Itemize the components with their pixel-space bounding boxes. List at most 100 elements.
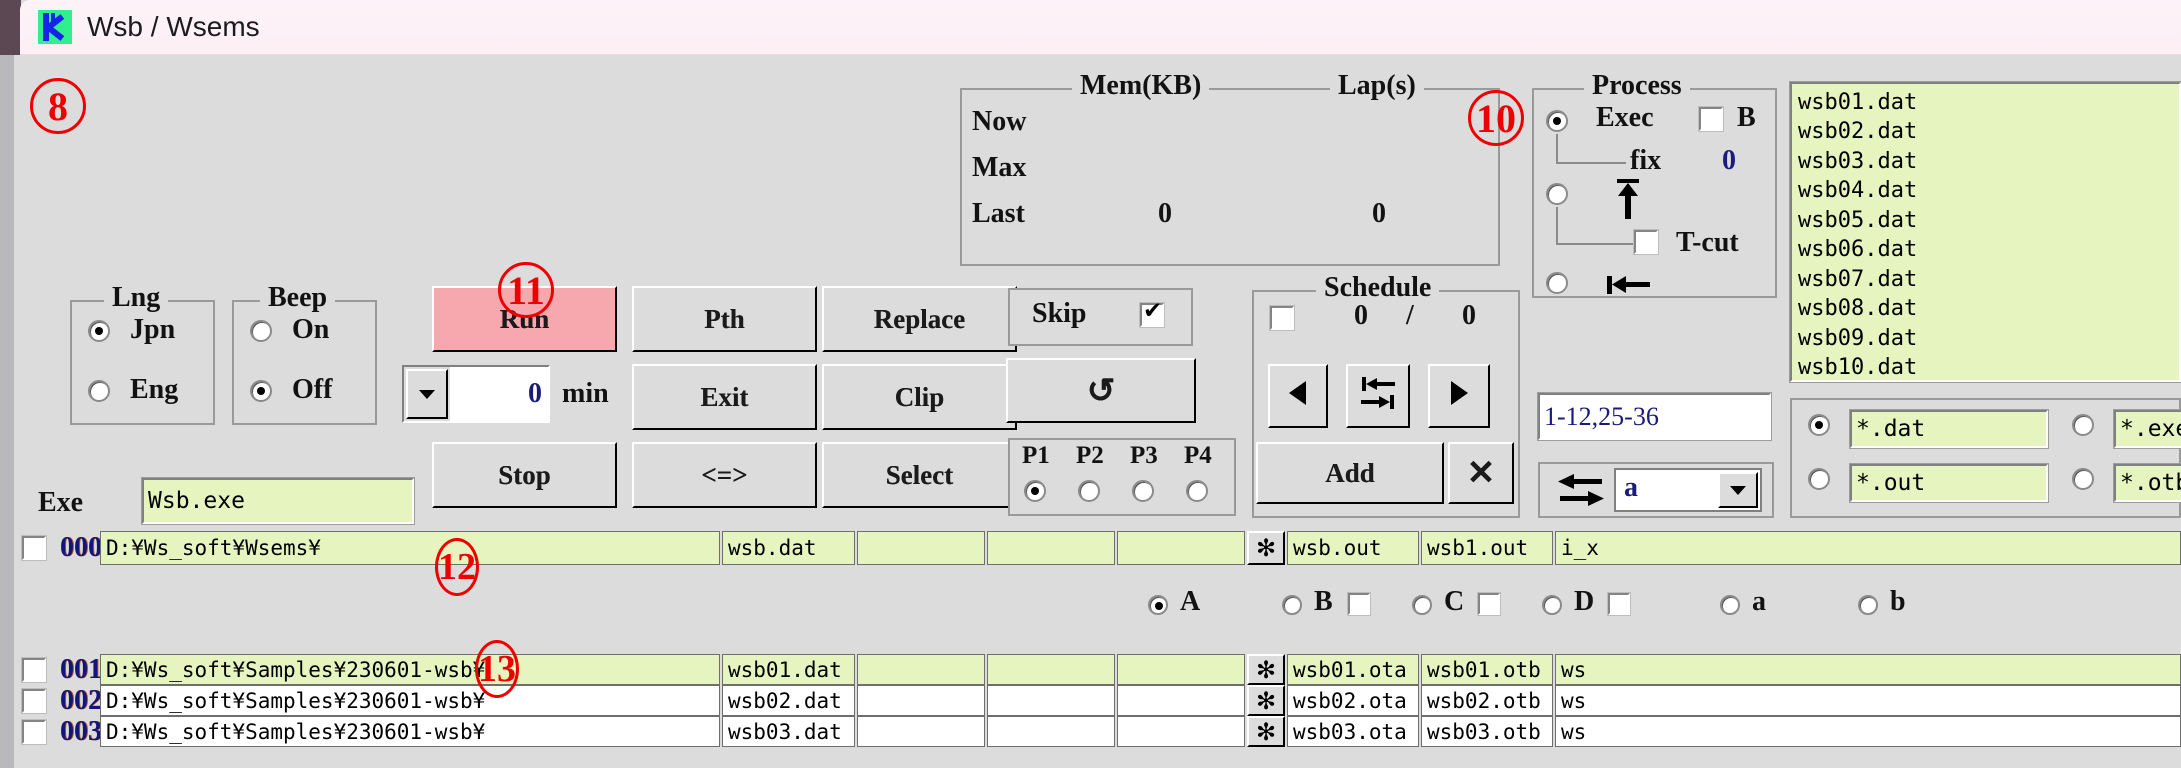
p2-radio[interactable]	[1078, 480, 1100, 502]
table-cell-c3[interactable]	[857, 531, 985, 565]
table-cell-c2[interactable]: wsb03.dat	[722, 716, 855, 747]
table-cell-c7[interactable]: wsb03.otb	[1421, 716, 1553, 747]
select-button[interactable]: Select	[822, 442, 1017, 508]
table-cell-c8[interactable]: ws	[1555, 716, 2181, 747]
table-row-checkbox[interactable]	[21, 656, 47, 683]
file-list-item[interactable]: wsb03.dat	[1798, 147, 2179, 176]
table-cell-c5[interactable]	[1117, 654, 1245, 685]
swap-arrows-icon[interactable]	[1556, 472, 1606, 510]
minutes-spinner[interactable]: 0	[402, 365, 550, 423]
process-exec-radio[interactable]	[1546, 110, 1568, 132]
table-cell-c5[interactable]	[1117, 531, 1245, 565]
table-row-star-button[interactable]: ✻	[1247, 531, 1285, 565]
table-mode-radio-D[interactable]	[1542, 595, 1562, 615]
mode-combo[interactable]: a	[1614, 468, 1762, 512]
table-cell-c5[interactable]	[1117, 716, 1245, 747]
table-cell-c6[interactable]: wsb01.ota	[1287, 654, 1419, 685]
table-cell-c3[interactable]	[857, 685, 985, 716]
table-cell-c7[interactable]: wsb02.otb	[1421, 685, 1553, 716]
table-cell-c6[interactable]: wsb02.ota	[1287, 685, 1419, 716]
chevron-down-icon[interactable]	[1718, 472, 1758, 508]
filter-field-otb[interactable]: *.otb	[2113, 463, 2181, 503]
table-mode-radio-A[interactable]	[1148, 595, 1168, 615]
table-row-star-button[interactable]: ✻	[1247, 654, 1285, 685]
process-b-checkbox[interactable]	[1698, 106, 1724, 132]
table-row-checkbox[interactable]	[21, 687, 47, 714]
filter-radio-otb[interactable]	[2072, 468, 2094, 490]
table-cell-c4[interactable]	[987, 654, 1115, 685]
file-list-item[interactable]: wsb09.dat	[1798, 324, 2179, 353]
table-row-checkbox[interactable]	[21, 718, 47, 745]
table-row-checkbox[interactable]	[21, 535, 47, 561]
file-list-item[interactable]: wsb06.dat	[1798, 235, 2179, 264]
table-cell-c6[interactable]: wsb03.ota	[1287, 716, 1419, 747]
exit-button[interactable]: Exit	[632, 364, 817, 430]
refresh-button[interactable]: ↺	[1006, 358, 1196, 423]
schedule-delete-button[interactable]: ✕	[1448, 442, 1514, 504]
table-cell-c6[interactable]: wsb.out	[1287, 531, 1419, 565]
lng-radio-eng[interactable]	[88, 380, 110, 402]
run-button[interactable]: Run	[432, 286, 617, 352]
p1-radio[interactable]	[1024, 480, 1046, 502]
file-list-item[interactable]: wsb01.dat	[1798, 88, 2179, 117]
table-cell-c4[interactable]	[987, 716, 1115, 747]
table-mode-radio-C[interactable]	[1412, 595, 1432, 615]
filter-field-dat[interactable]: *.dat	[1849, 409, 2049, 449]
schedule-next-button[interactable]	[1428, 364, 1490, 428]
beep-radio-off[interactable]	[250, 380, 272, 402]
skip-checkbox[interactable]	[1139, 298, 1165, 328]
pth-button[interactable]: Pth	[632, 286, 817, 352]
table-cell-path[interactable]: D:¥Ws_soft¥Samples¥230601-wsb¥	[100, 685, 720, 716]
table-cell-c2[interactable]: wsb02.dat	[722, 685, 855, 716]
schedule-add-button[interactable]: Add	[1256, 442, 1444, 504]
clip-button[interactable]: Clip	[822, 364, 1017, 430]
table-cell-c8[interactable]: ws	[1555, 654, 2181, 685]
table-cell-c2[interactable]: wsb01.dat	[722, 654, 855, 685]
table-cell-c8[interactable]: i_x	[1555, 531, 2181, 565]
table-mode-radio-a[interactable]	[1720, 595, 1740, 615]
filter-radio-out[interactable]	[1808, 468, 1830, 490]
table-cell-path[interactable]: D:¥Ws_soft¥Samples¥230601-wsb¥	[100, 716, 720, 747]
p4-radio[interactable]	[1186, 480, 1208, 502]
table-row-star-button[interactable]: ✻	[1247, 685, 1285, 716]
table-mode-radio-b[interactable]	[1858, 595, 1878, 615]
table-cell-c7[interactable]: wsb1.out	[1421, 531, 1553, 565]
process-arrow-up-radio[interactable]	[1546, 183, 1568, 205]
table-cell-c4[interactable]	[987, 685, 1115, 716]
table-mode-checkbox-C[interactable]	[1477, 592, 1501, 616]
table-cell-c4[interactable]	[987, 531, 1115, 565]
file-list-item[interactable]: wsb08.dat	[1798, 294, 2179, 323]
schedule-prev-button[interactable]	[1268, 364, 1328, 428]
filter-field-exe[interactable]: *.exe	[2113, 409, 2181, 449]
file-list-item[interactable]: wsb10.dat	[1798, 353, 2179, 380]
table-mode-checkbox-D[interactable]	[1607, 592, 1631, 616]
chevron-down-icon[interactable]	[406, 369, 448, 419]
file-list-item[interactable]: wsb07.dat	[1798, 265, 2179, 294]
filter-radio-exe[interactable]	[2072, 414, 2094, 436]
file-list-item[interactable]: wsb02.dat	[1798, 117, 2179, 146]
schedule-reset-button[interactable]	[1346, 364, 1410, 428]
table-mode-checkbox-B[interactable]	[1347, 592, 1371, 616]
table-cell-c3[interactable]	[857, 654, 985, 685]
stop-button[interactable]: Stop	[432, 442, 617, 508]
file-list[interactable]: wsb01.dat wsb02.dat wsb03.dat wsb04.dat wsb0…	[1789, 81, 2181, 383]
lng-radio-jpn[interactable]	[88, 320, 110, 342]
table-cell-c7[interactable]: wsb01.otb	[1421, 654, 1553, 685]
filter-field-out[interactable]: *.out	[1849, 463, 2049, 503]
filter-radio-dat[interactable]	[1808, 414, 1830, 436]
process-arrow-left-radio[interactable]	[1546, 272, 1568, 294]
minutes-value[interactable]: 0	[450, 367, 548, 421]
beep-radio-on[interactable]	[250, 320, 272, 342]
swap-arrow-button[interactable]: <=>	[632, 442, 817, 508]
table-row-star-button[interactable]: ✻	[1247, 716, 1285, 747]
p3-radio[interactable]	[1132, 480, 1154, 502]
table-cell-path[interactable]: D:¥Ws_soft¥Samples¥230601-wsb¥	[100, 654, 720, 685]
table-cell-path[interactable]: D:¥Ws_soft¥Wsems¥	[100, 531, 720, 565]
process-range-input[interactable]: 1-12,25-36	[1537, 392, 1772, 441]
table-cell-c3[interactable]	[857, 716, 985, 747]
table-cell-c8[interactable]: ws	[1555, 685, 2181, 716]
schedule-enable-checkbox[interactable]	[1269, 305, 1295, 331]
table-cell-c5[interactable]	[1117, 685, 1245, 716]
file-list-item[interactable]: wsb05.dat	[1798, 206, 2179, 235]
table-cell-c2[interactable]: wsb.dat	[722, 531, 855, 565]
